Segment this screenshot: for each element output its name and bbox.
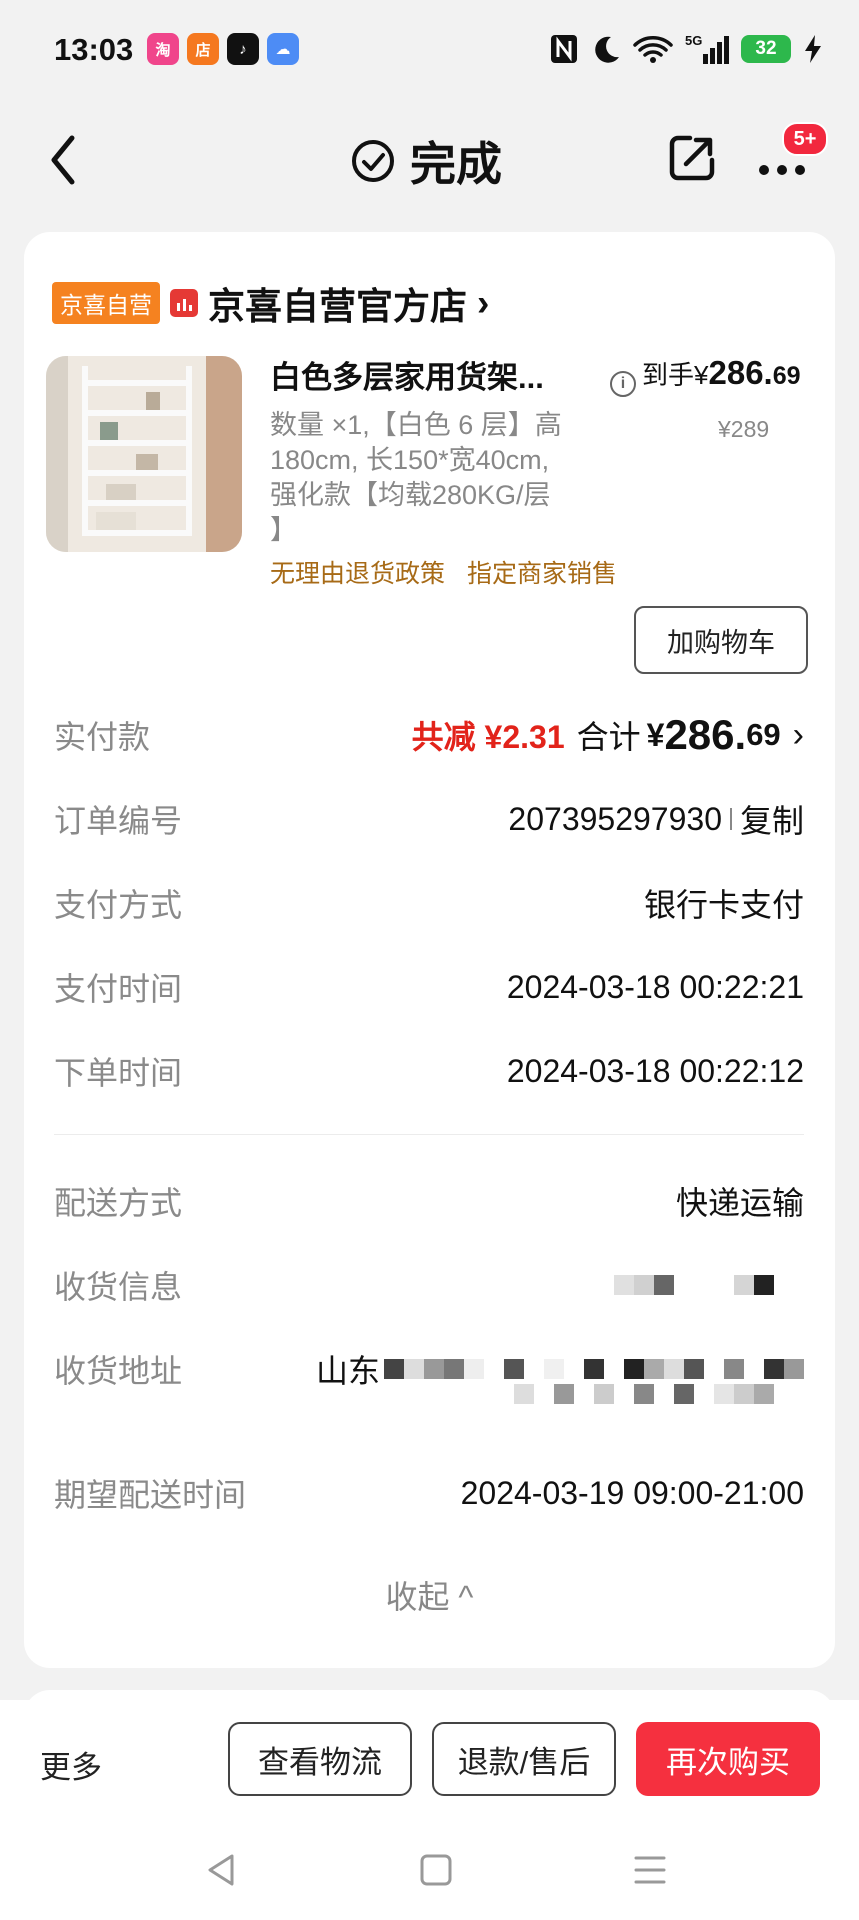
page-title-text: 完成 [410, 138, 502, 190]
order-number-value: 207395297930 [508, 800, 722, 837]
original-price: ¥289 [718, 416, 770, 442]
delivery-value: 快递运输 [675, 1185, 804, 1221]
receiver-label: 收货信息 [54, 1269, 183, 1305]
page-title: 完成 [350, 128, 502, 194]
refund-aftersale-button[interactable]: 退款/售后 [432, 1722, 616, 1796]
store-header[interactable]: 京喜自营 京喜自营官方店 › [52, 276, 489, 330]
price-info: i 到手 ¥286. 69 [610, 354, 801, 397]
address-label: 收货地址 [54, 1353, 183, 1389]
tiktok-app-icon: ♪ [227, 33, 259, 65]
order-card: 京喜自营 京喜自营官方店 › 白色多层家用货架... i 到手¥286.69 [24, 232, 835, 1668]
expected-delivery-label: 期望配送时间 [54, 1477, 247, 1513]
message-badge: 5+ [782, 122, 828, 156]
paid-value: 共减 ¥2.31 合计 ¥ 286. 69 › [412, 711, 804, 759]
notification-icons: 淘 店 ♪ ☁ [147, 33, 299, 65]
system-nav-bar [0, 1820, 859, 1920]
pay-time-value: 2024-03-18 00:22:21 [506, 968, 804, 1005]
redacted-block [734, 1275, 774, 1295]
total-integer: 286. [664, 711, 747, 758]
more-button[interactable]: 更多 [40, 1742, 102, 1787]
back-arrow-icon[interactable] [44, 130, 84, 190]
pay-time-label: 支付时间 [54, 971, 183, 1007]
delivery-row: 配送方式 快递运输 [54, 1176, 804, 1226]
order-number-label: 订单编号 [54, 803, 183, 839]
product-title[interactable]: 白色多层家用货架... [270, 352, 544, 397]
share-icon[interactable] [668, 132, 718, 182]
redacted-block [614, 1275, 674, 1295]
tag-designated-seller: 指定商家销售 [467, 560, 618, 588]
pay-time-row: 支付时间 2024-03-18 00:22:21 [54, 962, 804, 1012]
separator [729, 808, 732, 830]
chevron-right-icon: › [477, 282, 490, 323]
chevron-right-icon: › [792, 715, 804, 754]
shelf-illustration [46, 356, 242, 552]
copy-button[interactable]: 复制 [740, 796, 804, 842]
order-time-row: 下单时间 2024-03-18 00:22:12 [54, 1046, 804, 1096]
order-time-value: 2024-03-18 00:22:12 [506, 1052, 804, 1089]
receiver-row: 收货信息 [54, 1260, 804, 1310]
system-icons: 5G 32 [549, 32, 823, 66]
pay-method-value: 银行卡支付 [643, 887, 804, 923]
price-integer: 286. [708, 354, 773, 391]
discount-amount: 共减 ¥2.31 [411, 719, 565, 755]
order-number-row: 订单编号 207395297930 复制 [54, 794, 804, 844]
expected-delivery-value: 2024-03-19 09:00-21:00 [460, 1474, 804, 1511]
taobao-app-icon: 淘 [147, 33, 179, 65]
wifi-icon [633, 36, 673, 63]
address-prefix: 山东 [315, 1353, 380, 1389]
product-image[interactable] [46, 356, 242, 552]
battery-icon: 32 [741, 35, 791, 63]
info-icon[interactable]: i [610, 371, 636, 397]
nav-back-icon[interactable] [202, 1850, 242, 1890]
order-number-value-group: 207395297930 复制 [508, 796, 804, 842]
cloud-app-icon: ☁ [267, 33, 299, 65]
price-currency: ¥ [694, 360, 709, 390]
collapse-button[interactable]: 收起 ^ [24, 1572, 835, 1618]
product-spec: 数量 ×1,【白色 6 层】高180cm, 长150*宽40cm,强化款【均载2… [270, 410, 562, 545]
product-tags: 无理由退货政策 指定商家销售 [270, 554, 617, 590]
charging-icon [805, 35, 821, 63]
nfc-icon [551, 35, 577, 63]
view-logistics-button[interactable]: 查看物流 [228, 1722, 412, 1796]
check-circle-icon [352, 140, 394, 182]
moon-icon [595, 36, 619, 63]
price-label: 到手 [642, 360, 695, 390]
redacted-address-line2 [514, 1384, 774, 1404]
expected-delivery-row: 期望配送时间 2024-03-19 09:00-21:00 [54, 1468, 804, 1518]
redacted-address [384, 1359, 804, 1379]
delivery-label: 配送方式 [54, 1185, 183, 1221]
tag-return-policy: 无理由退货政策 [270, 560, 446, 588]
status-time: 13:03 [54, 32, 134, 67]
total-currency: ¥ [646, 716, 665, 753]
paid-label: 实付款 [54, 719, 151, 755]
add-to-cart-button[interactable]: 加购物车 [634, 606, 808, 674]
store-name[interactable]: 京喜自营官方店 [208, 276, 467, 330]
price-decimal: 69 [772, 362, 801, 390]
nav-home-icon[interactable] [416, 1850, 456, 1890]
divider [54, 1134, 804, 1135]
bottom-action-bar: 更多 查看物流 退款/售后 再次购买 [0, 1700, 859, 1820]
pay-method-label: 支付方式 [54, 887, 183, 923]
shop-app-icon: 店 [187, 33, 219, 65]
total-decimal: 69 [746, 717, 781, 752]
receiver-mosaic [614, 1275, 804, 1295]
paid-row[interactable]: 实付款 共减 ¥2.31 合计 ¥ 286. 69 › [54, 710, 804, 760]
signal-5g-icon: 5G [685, 33, 729, 64]
nav-header: 完成 [0, 110, 859, 210]
total-label: 合计 [576, 719, 641, 755]
store-logo-icon [170, 289, 198, 317]
buy-again-button[interactable]: 再次购买 [636, 1722, 820, 1796]
order-time-label: 下单时间 [54, 1055, 183, 1091]
store-tag: 京喜自营 [52, 282, 160, 324]
status-bar: 13:03 淘 店 ♪ ☁ 5G 32 [0, 0, 859, 100]
network-label: 5G [685, 33, 702, 48]
nav-menu-icon[interactable] [630, 1850, 670, 1890]
pay-method-row: 支付方式 银行卡支付 [54, 878, 804, 928]
